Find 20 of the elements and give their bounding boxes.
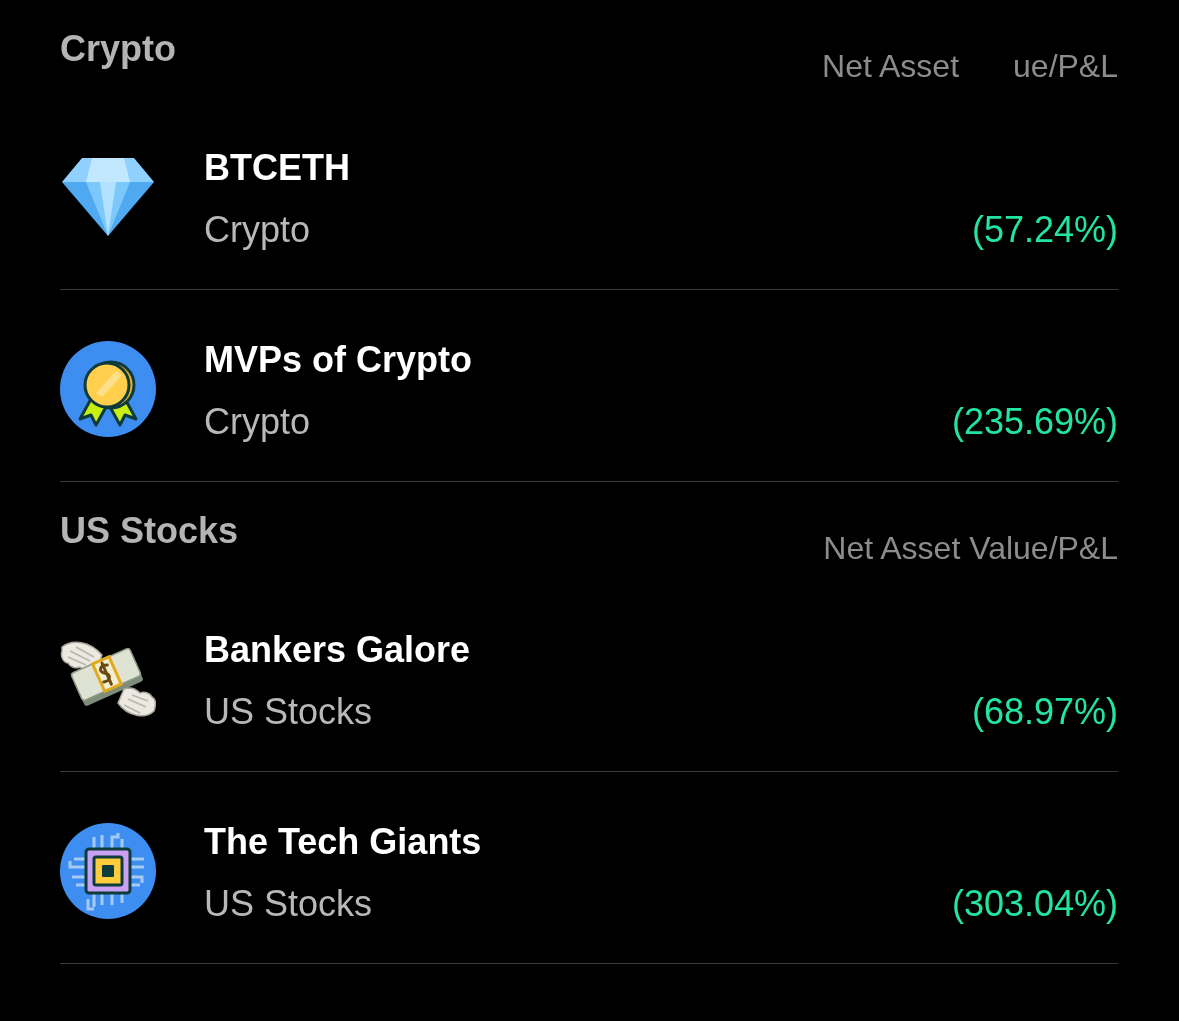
pnl-percent: (68.97%) <box>971 692 1118 732</box>
column-header: Net Asset <box>822 48 960 84</box>
section-title: US Stocks <box>60 511 239 551</box>
category-label: US Stocks <box>204 884 373 924</box>
diamond-icon <box>62 158 154 236</box>
medal-icon <box>60 341 156 437</box>
column-header: ue/P&L <box>1013 48 1118 84</box>
pnl-percent: (235.69%) <box>951 402 1118 442</box>
category-label: Crypto <box>204 402 311 442</box>
column-header: Net Asset Value/P&L <box>823 530 1118 566</box>
portfolio-name: MVPs of Crypto <box>204 340 472 380</box>
pnl-percent: (303.04%) <box>951 884 1118 924</box>
chip-icon <box>60 823 156 919</box>
category-label: US Stocks <box>204 692 373 732</box>
category-label: Crypto <box>204 210 311 250</box>
portfolio-name: Bankers Galore <box>204 630 471 670</box>
portfolio-name: The Tech Giants <box>204 822 482 862</box>
pnl-percent: (57.24%) <box>971 210 1118 250</box>
section-title: Crypto <box>60 29 176 69</box>
portfolio-name: BTCETH <box>204 148 350 188</box>
